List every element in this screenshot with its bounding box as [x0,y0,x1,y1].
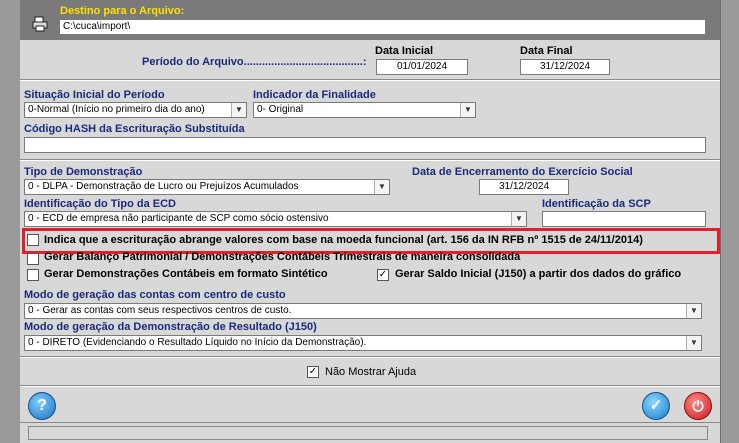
formato-sintetico-label: Gerar Demonstrações Contábeis em formato… [44,268,328,280]
encerramento-label: Data de Encerramento do Exercício Social [412,166,633,178]
destino-label: Destino para o Arquivo: [60,5,185,17]
modo-contas-label: Modo de geração das contas com centro de… [24,289,286,301]
saldo-inicial-label: Gerar Saldo Inicial (J150) a partir dos … [395,268,682,280]
chevron-down-icon[interactable]: ▼ [686,336,701,350]
ident-scp-input[interactable] [542,211,706,227]
chevron-down-icon[interactable]: ▼ [511,212,526,226]
chevron-down-icon[interactable]: ▼ [231,103,246,117]
help-icon: ? [37,397,47,414]
nao-mostrar-ajuda-label: Não Mostrar Ajuda [325,366,417,378]
help-button[interactable]: ? [28,392,56,420]
finalidade-select[interactable]: 0- Original ▼ [253,102,476,118]
check-icon: ✓ [649,397,663,414]
situacao-select[interactable]: 0-Normal (Início no primeiro dia do ano)… [24,102,247,118]
printer-icon[interactable] [32,16,50,32]
situacao-value: 0-Normal (Início no primeiro dia do ano) [28,104,205,115]
chevron-down-icon[interactable]: ▼ [374,180,389,194]
hash-label: Código HASH da Escrituração Substituída [24,123,245,135]
finalidade-value: 0- Original [257,104,304,115]
modo-dre-label: Modo de geração da Demonstração de Resul… [24,321,317,333]
ident-scp-label: Identificação da SCP [542,198,651,210]
hash-input[interactable] [24,137,706,153]
destino-input[interactable]: C:\cuca\import\ [59,19,706,35]
tipo-demo-select[interactable]: 0 - DLPA - Demonstração de Lucro ou Prej… [24,179,390,195]
finalidade-label: Indicador da Finalidade [253,89,376,101]
encerramento-input[interactable]: 31/12/2024 [479,179,569,195]
power-icon: ⏻ [692,398,704,414]
formato-sintetico-checkbox[interactable] [27,269,39,281]
balanco-trimestral-checkbox[interactable] [27,253,39,265]
saldo-inicial-checkbox[interactable]: ✓ [377,269,389,281]
ident-ecd-select[interactable]: 0 - ECD de empresa não participante de S… [24,211,527,227]
left-border [0,0,21,443]
balanco-trimestral-label: Gerar Balanço Patrimonial / Demonstraçõe… [44,251,521,263]
data-inicial-label: Data Inicial [375,45,434,57]
situacao-label: Situação Inicial do Período [24,89,165,101]
ident-ecd-label: Identificação do Tipo da ECD [24,198,176,210]
modo-contas-select[interactable]: 0 - Gerar as contas com seus respectivos… [24,303,702,319]
nao-mostrar-ajuda-checkbox[interactable]: ✓ [307,366,319,378]
modo-dre-value: 0 - DIRETO (Evidenciando o Resultado Líq… [28,337,367,348]
chevron-down-icon[interactable]: ▼ [686,304,701,318]
status-bar [28,426,708,440]
ident-ecd-value: 0 - ECD de empresa não participante de S… [28,213,329,224]
periodo-label: Período do Arquivo......................… [142,56,367,68]
modo-dre-select[interactable]: 0 - DIRETO (Evidenciando o Resultado Líq… [24,335,702,351]
confirm-button[interactable]: ✓ [642,392,670,420]
tipo-demo-label: Tipo de Demonstração [24,166,143,178]
chevron-down-icon[interactable]: ▼ [460,103,475,117]
data-inicial-input[interactable]: 01/01/2024 [376,59,468,75]
power-button[interactable]: ⏻ [684,392,712,420]
data-final-label: Data Final [520,45,573,57]
data-final-input[interactable]: 31/12/2024 [520,59,610,75]
tipo-demo-value: 0 - DLPA - Demonstração de Lucro ou Prej… [28,181,299,192]
right-border [720,0,739,443]
modo-contas-value: 0 - Gerar as contas com seus respectivos… [28,305,292,316]
